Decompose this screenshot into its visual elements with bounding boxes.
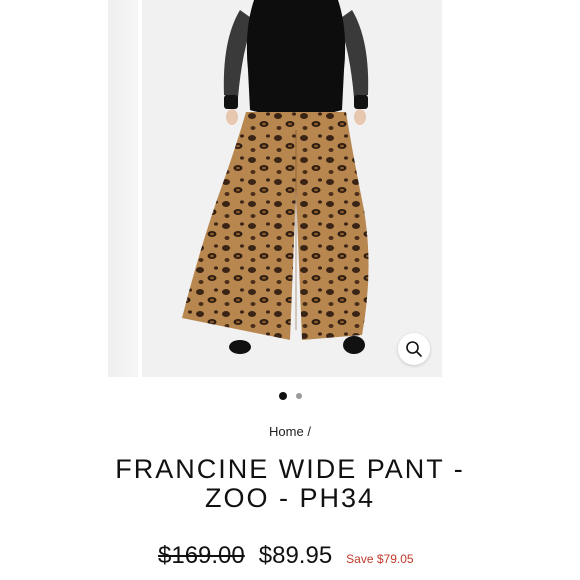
zoom-button[interactable] [398, 333, 430, 365]
breadcrumb-separator: / [307, 424, 311, 439]
gallery-dot[interactable] [295, 393, 302, 399]
savings-badge: Save $79.05 [346, 552, 414, 566]
product-gallery [0, 0, 580, 378]
breadcrumb: Home / [0, 424, 580, 439]
product-image[interactable] [142, 0, 442, 377]
model-illustration [182, 0, 369, 354]
price-row: $169.00 $89.95 Save $79.05 [158, 542, 414, 570]
product-title: FRANCINE WIDE PANT - ZOO - PH34 [115, 454, 465, 513]
breadcrumb-home-link[interactable]: Home [269, 424, 304, 439]
compare-at-price: $169.00 [158, 542, 245, 569]
sale-price: $89.95 [258, 542, 333, 569]
gallery-dot-active[interactable] [278, 392, 287, 400]
previous-product-image-peek[interactable] [108, 0, 138, 377]
gallery-pagination [0, 392, 580, 400]
search-magnifier-icon [406, 341, 422, 357]
